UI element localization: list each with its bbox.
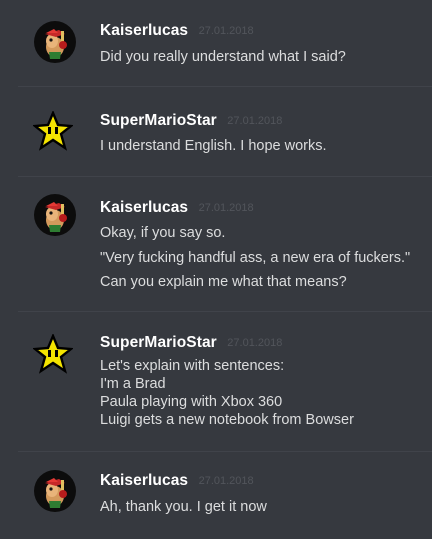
username[interactable]: Kaiserlucas: [100, 22, 188, 39]
message-divider: [18, 176, 432, 177]
message-text: I'm a Brad: [100, 376, 166, 392]
username[interactable]: Kaiserlucas: [100, 472, 188, 489]
message-header: Kaiserlucas 27.01.2018: [100, 472, 254, 492]
kaiserlucas-avatar[interactable]: [34, 470, 76, 512]
message-text: I understand English. I hope works.: [100, 138, 327, 154]
username[interactable]: SuperMarioStar: [100, 112, 217, 129]
message-header: Kaiserlucas 27.01.2018: [100, 199, 254, 219]
timestamp: 27.01.2018: [227, 115, 283, 127]
message-header: SuperMarioStar 27.01.2018: [100, 334, 282, 354]
message-divider: [18, 451, 432, 452]
message-divider: [18, 311, 432, 312]
message-header: SuperMarioStar 27.01.2018: [100, 112, 282, 132]
kaiserlucas-avatar[interactable]: [34, 21, 76, 63]
message-text: "Very fucking handful ass, a new era of …: [100, 250, 411, 266]
timestamp: 27.01.2018: [198, 202, 254, 214]
message-text: Let's explain with sentences:: [100, 358, 285, 374]
message-divider: [18, 86, 432, 87]
message-text: Okay, if you say so.: [100, 225, 226, 241]
message-text: Luigi gets a new notebook from Bowser: [100, 412, 354, 428]
kaiserlucas-avatar[interactable]: [34, 194, 76, 236]
message-text: Did you really understand what I said?: [100, 49, 346, 65]
message-header: Kaiserlucas 27.01.2018: [100, 22, 254, 42]
message-text: Paula playing with Xbox 360: [100, 394, 283, 410]
message-text: Ah, thank you. I get it now: [100, 499, 267, 515]
username[interactable]: SuperMarioStar: [100, 334, 217, 351]
timestamp: 27.01.2018: [227, 337, 283, 349]
chat-message-list: Kaiserlucas 27.01.2018 Did you really un…: [0, 0, 432, 539]
super-star-icon[interactable]: [31, 332, 75, 374]
timestamp: 27.01.2018: [198, 475, 254, 487]
timestamp: 27.01.2018: [198, 25, 254, 37]
username[interactable]: Kaiserlucas: [100, 199, 188, 216]
message-text: Can you explain me what that means?: [100, 274, 347, 290]
super-star-icon[interactable]: [31, 109, 75, 151]
